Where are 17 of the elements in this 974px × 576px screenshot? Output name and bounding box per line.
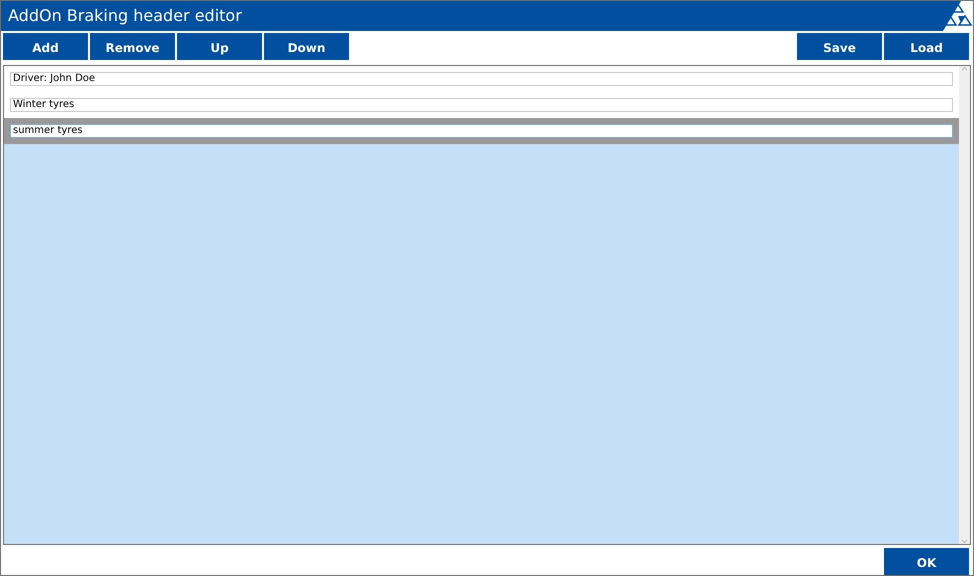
- toolbar-button[interactable]: Down: [264, 33, 349, 60]
- toolbar-button[interactable]: Save: [797, 33, 882, 60]
- entry-row[interactable]: Driver: John Doe: [4, 66, 959, 92]
- toolbar-button[interactable]: Up: [177, 33, 262, 60]
- entry-field[interactable]: Driver: John Doe: [10, 72, 953, 86]
- entry-field[interactable]: Winter tyres: [10, 98, 953, 112]
- scroll-down-icon[interactable]: [961, 538, 968, 544]
- window-title: AddOn Braking header editor: [7, 5, 242, 27]
- scroll-up-icon[interactable]: [961, 66, 968, 72]
- entry-field[interactable]: summer tyres: [10, 124, 953, 138]
- selected-entry-row[interactable]: summer tyres: [4, 118, 959, 144]
- toolbar-button[interactable]: Load: [884, 33, 969, 60]
- toolbar-button[interactable]: Remove: [90, 33, 175, 60]
- scrollbar[interactable]: [959, 66, 970, 544]
- ok-button[interactable]: OK: [884, 548, 969, 575]
- toolbar-button[interactable]: Add: [3, 33, 88, 60]
- entry-row[interactable]: Winter tyres: [4, 92, 959, 118]
